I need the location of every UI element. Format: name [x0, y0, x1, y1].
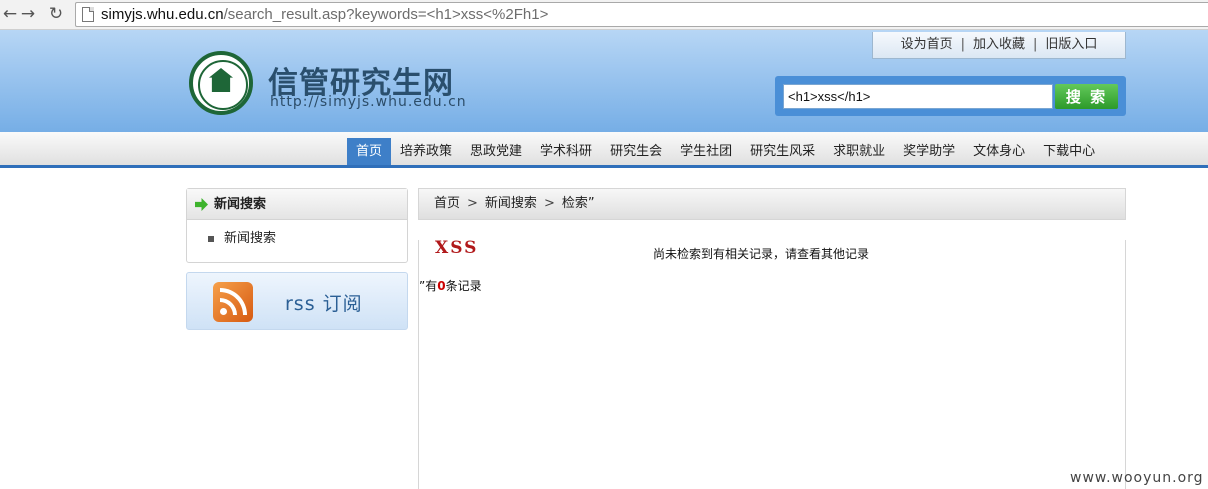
breadcrumb-separator: > — [543, 196, 555, 211]
rss-icon — [213, 282, 253, 322]
sidebar-news-search: 新闻搜索 新闻搜索 — [186, 188, 408, 263]
nav-item-sports-wellness[interactable]: 文体身心 — [964, 138, 1034, 165]
breadcrumb-search: 检索” — [561, 196, 595, 211]
nav-item-scholarships[interactable]: 奖学助学 — [894, 138, 964, 165]
nav-item-careers[interactable]: 求职就业 — [824, 138, 894, 165]
green-arrow-icon — [195, 198, 208, 211]
sidebar-title: 新闻搜索 — [187, 189, 407, 220]
nav-item-clubs[interactable]: 学生社团 — [671, 138, 741, 165]
rss-subscribe-button[interactable]: rss 订阅 — [186, 272, 408, 330]
url-path: /search_result.asp?keywords=<h1>xss<%2Fh… — [223, 6, 549, 23]
rss-label: rss 订阅 — [285, 293, 363, 315]
nav-item-party-building[interactable]: 思政党建 — [461, 138, 531, 165]
count-prefix: ”有 — [419, 279, 438, 293]
nav-item-training-policy[interactable]: 培养政策 — [391, 138, 461, 165]
nav-item-research[interactable]: 学术科研 — [531, 138, 601, 165]
breadcrumb: 首页 > 新闻搜索 > 检索” — [418, 188, 1126, 220]
count-value: 0 — [437, 279, 446, 293]
breadcrumb-separator: > — [467, 196, 478, 211]
breadcrumb-news-search[interactable]: 新闻搜索 — [485, 196, 537, 211]
address-bar[interactable]: simyjs.whu.edu.cn/search_result.asp?keyw… — [75, 2, 1208, 27]
old-version-link[interactable]: 旧版入口 — [1045, 32, 1097, 58]
nav-item-home[interactable]: 首页 — [347, 138, 392, 165]
add-favorite-link[interactable]: 加入收藏 — [973, 32, 1025, 58]
bullet-icon — [208, 236, 214, 242]
search-input[interactable] — [783, 84, 1053, 109]
breadcrumb-home[interactable]: 首页 — [434, 196, 460, 211]
toplink-separator: | — [1033, 37, 1038, 52]
count-suffix: 条记录 — [445, 279, 482, 293]
url-host: simyjs.whu.edu.cn — [101, 6, 224, 23]
site-url: http://simyjs.whu.edu.cn — [270, 94, 467, 110]
search-results: XSS 尚未检索到有相关记录，请查看其他记录 ”有0条记录 — [418, 238, 1126, 489]
back-icon[interactable]: ← — [0, 4, 20, 24]
browser-toolbar: ← → ↻ simyjs.whu.edu.cn/search_result.as… — [0, 0, 1208, 30]
seal-building-icon — [209, 68, 233, 92]
sidebar-item-label: 新闻搜索 — [224, 231, 277, 246]
search-button[interactable]: 搜 索 — [1055, 84, 1118, 109]
no-result-message: 尚未检索到有相关记录，请查看其他记录 — [653, 247, 870, 261]
nav-item-downloads[interactable]: 下载中心 — [1034, 138, 1104, 165]
nav-item-graduate-style[interactable]: 研究生风采 — [741, 138, 824, 165]
sidebar-title-text: 新闻搜索 — [214, 197, 267, 212]
injected-heading: XSS — [435, 238, 479, 258]
toplink-separator: | — [960, 37, 965, 52]
sidebar-item-news-search[interactable]: 新闻搜索 — [187, 230, 407, 248]
url-text[interactable]: simyjs.whu.edu.cn/search_result.asp?keyw… — [101, 5, 548, 24]
top-links: 设为首页 | 加入收藏 | 旧版入口 — [872, 32, 1126, 59]
watermark: www.wooyun.org — [1070, 470, 1204, 486]
nav-items: 首页 培养政策 思政党建 学术科研 研究生会 学生社团 研究生风采 求职就业 奖… — [347, 138, 1104, 165]
search-box: 搜 索 — [775, 76, 1126, 116]
set-homepage-link[interactable]: 设为首页 — [901, 32, 953, 58]
university-seal-logo[interactable] — [189, 51, 253, 115]
page-icon — [82, 7, 94, 22]
nav-item-graduate-union[interactable]: 研究生会 — [601, 138, 671, 165]
site-header: 信管研究生网 http://simyjs.whu.edu.cn 设为首页 | 加入收… — [0, 30, 1208, 132]
main-nav: 首页 培养政策 思政党建 学术科研 研究生会 学生社团 研究生风采 求职就业 奖… — [0, 132, 1208, 168]
reload-icon[interactable]: ↻ — [46, 4, 66, 24]
forward-icon[interactable]: → — [18, 4, 38, 24]
result-count: ”有0条记录 — [419, 277, 482, 294]
